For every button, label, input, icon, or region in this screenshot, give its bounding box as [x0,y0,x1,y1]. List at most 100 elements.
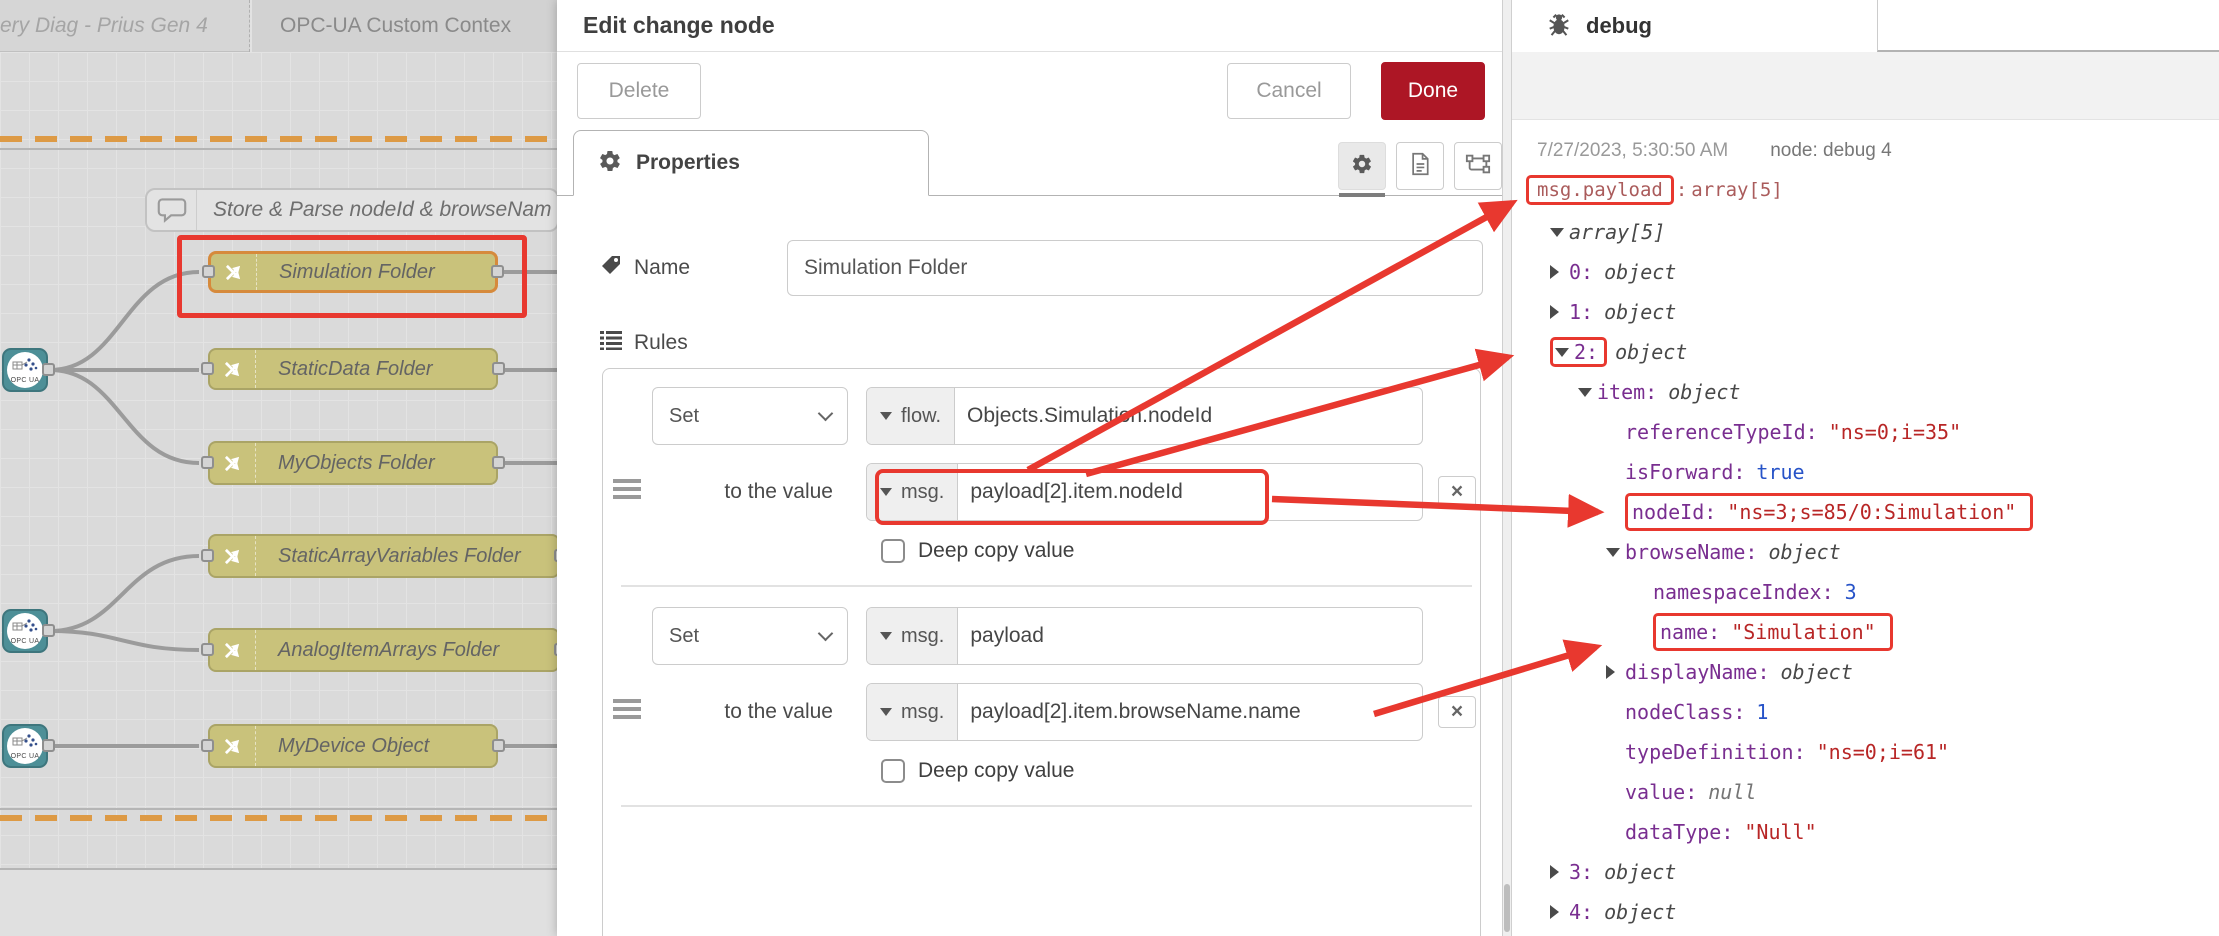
triangle-closed-icon [1550,265,1569,279]
triangle-closed-icon [1550,865,1569,879]
opcua-node-icon: OPC UA [7,613,43,649]
flow-node-change[interactable]: MyDevice Object [208,724,498,768]
cancel-button[interactable]: Cancel [1227,63,1351,119]
debug-message: 7/27/2023, 5:30:50 AM node: debug 4 msg.… [1512,120,2219,932]
flow-tab-opcua-custom[interactable]: OPC-UA Custom Contex [250,0,560,52]
node-output-port[interactable] [492,739,505,752]
tab-debug[interactable]: debug [1512,0,1877,52]
node-input-port[interactable] [201,643,214,656]
triangle-open-icon [1578,388,1597,397]
description-button[interactable] [1396,142,1444,190]
appearance-button[interactable] [1454,142,1502,190]
debug-key: displayName: [1625,660,1770,684]
done-button[interactable]: Done [1381,62,1485,120]
deep-copy-checkbox[interactable] [881,539,905,563]
debug-key: item: [1597,380,1657,404]
node-output-port[interactable] [492,456,505,469]
debug-payload-header[interactable]: msg.payload : array[5] [1512,168,2219,212]
debug-payload-path: msg.payload [1537,179,1663,201]
rule-1-action-select[interactable]: Set [652,387,848,445]
tag-icon [600,254,622,282]
flow-node-change[interactable]: AnalogItemArrays Folder [208,628,560,672]
debug-key: 3: [1569,860,1593,884]
flow-node-opcua-browser[interactable]: OPC UA [2,348,48,392]
debug-tree-row: nodeId:"ns=3;s=85/0:Simulation" [1606,492,2219,532]
annotation-box-selected-node [177,235,527,318]
canvas-scrollbar-thumb[interactable] [1504,884,1510,932]
node-input-port[interactable] [201,456,214,469]
chevron-down-icon [818,405,834,421]
rule-divider [621,805,1472,807]
node-output-port[interactable] [492,362,505,375]
debug-tree-row[interactable]: 2: object [1550,332,2219,372]
debug-tree-row[interactable]: item:object [1578,372,2219,412]
rule-2-value-input[interactable]: msg. payload[2].item.browseName.name [866,683,1423,741]
rule-1-target-type[interactable]: flow. [867,388,955,444]
drag-handle-icon[interactable] [613,479,641,499]
change-node-icon [210,726,256,766]
flow-tab-battery-diag[interactable]: ery Diag - Prius Gen 4 [0,0,250,52]
debug-tree-row[interactable]: 4:object [1550,892,2219,932]
debug-tree-row: isForward:true [1606,452,2219,492]
rule-1-target-input[interactable]: flow. Objects.Simulation.nodeId [866,387,1423,445]
debug-message-meta: 7/27/2023, 5:30:50 AM node: debug 4 [1512,134,2219,168]
debug-key: namespaceIndex: [1653,580,1834,604]
debug-key: dataType: [1625,820,1733,844]
rule-2-action-select[interactable]: Set [652,607,848,665]
debug-key: 1: [1569,300,1593,324]
debug-key: nodeClass: [1625,700,1745,724]
node-input-port[interactable] [201,549,214,562]
annotation-box-msg-payload: msg.payload [1526,175,1674,205]
comment-node[interactable]: Store & Parse nodeId & browseNam [145,188,559,232]
debug-value: object [1604,860,1676,884]
rule-2-target-input[interactable]: msg. payload [866,607,1423,665]
node-output-port[interactable] [42,739,55,752]
rule-2-target-type[interactable]: msg. [867,608,958,664]
node-input-port[interactable] [201,739,214,752]
canvas-scrollbar[interactable] [1502,0,1512,936]
debug-key: referenceTypeId: [1625,420,1818,444]
deep-copy-checkbox[interactable] [881,759,905,783]
name-input[interactable] [787,240,1483,296]
delete-rule-button[interactable]: × [1438,696,1476,728]
node-output-port[interactable] [42,624,55,637]
debug-value: 1 [1756,700,1768,724]
debug-tree-row[interactable]: 0:object [1550,252,2219,292]
flow-node-opcua-browser[interactable]: OPC UA [2,724,48,768]
debug-tree-row[interactable]: array[5] [1550,212,2219,252]
triangle-closed-icon [1606,665,1625,679]
rule-2-value-type[interactable]: msg. [867,684,958,740]
change-node-icon [210,443,256,483]
flow-node-change[interactable]: MyObjects Folder [208,441,498,485]
delete-rule-button[interactable]: × [1438,476,1476,508]
rule-1-value-input[interactable]: msg. payload[2].item.nodeId [866,463,1423,521]
dialog-tab-row: Properties [557,130,1503,196]
flow-node-change[interactable]: StaticArrayVariables Folder [208,534,560,578]
flow-node-opcua-browser[interactable]: OPC UA [2,609,48,653]
flow-node-label: AnalogItemArrays Folder [256,639,499,662]
node-input-port[interactable] [201,362,214,375]
triangle-open-icon [1606,548,1625,557]
flow-node-label: MyDevice Object [256,735,429,758]
debug-tree-row[interactable]: displayName:object [1606,652,2219,692]
node-output-port[interactable] [42,363,55,376]
debug-key: browseName: [1625,540,1757,564]
annotation-box-row: name:"Simulation" [1653,613,1893,651]
debug-tree-row[interactable]: 1:object [1550,292,2219,332]
properties-view-button[interactable] [1338,142,1386,190]
debug-key: 2: [1574,340,1598,364]
drag-handle-icon[interactable] [613,699,641,719]
flow-node-change[interactable]: StaticData Folder [208,348,498,390]
delete-button[interactable]: Delete [577,63,701,119]
flow-node-label: MyObjects Folder [256,452,435,475]
debug-tree-row: namespaceIndex:3 [1634,572,2219,612]
debug-key: nodeId: [1632,500,1716,524]
rule-1-value-type[interactable]: msg. [867,464,958,520]
debug-tree-row: value:null [1606,772,2219,812]
tab-properties[interactable]: Properties [573,130,929,196]
dialog-button-row: Delete Cancel Done [557,52,1503,130]
debug-tree-row[interactable]: browseName:object [1606,532,2219,572]
change-node-icon [210,630,256,670]
debug-tree-row[interactable]: 3: object [1550,852,2219,892]
debug-value: object [1615,340,1687,364]
